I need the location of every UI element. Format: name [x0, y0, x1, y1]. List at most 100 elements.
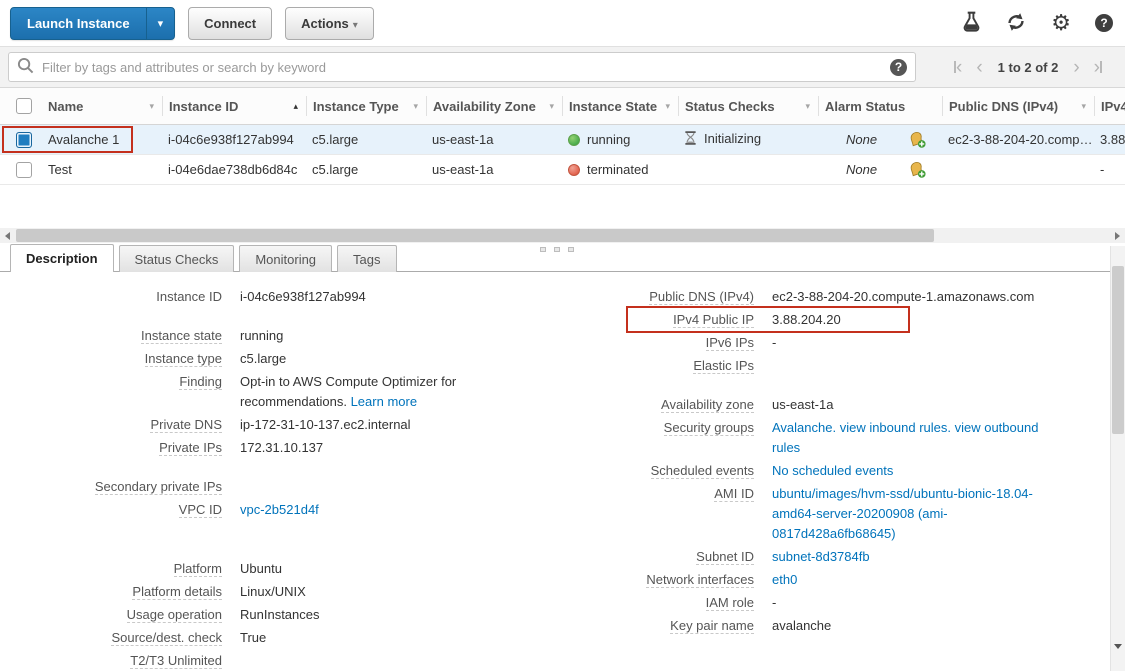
filter-field[interactable]: ? [8, 52, 916, 82]
field-scheduled-events: Scheduled eventsNo scheduled events [562, 461, 1110, 481]
scroll-right-arrow[interactable] [1110, 228, 1125, 243]
field-private-ips: Private IPs172.31.10.137 [0, 438, 562, 458]
toolbar-icons: ⚙ ? [962, 11, 1115, 36]
scheduled-events-link[interactable]: No scheduled events [772, 463, 893, 478]
field-public-dns: Public DNS (IPv4)ec2-3-88-204-20.compute… [562, 287, 1110, 307]
field-t2-t3-unlimited: T2/T3 Unlimited [0, 651, 562, 671]
tab-monitoring[interactable]: Monitoring [239, 245, 332, 272]
tab-description[interactable]: Description [10, 244, 114, 272]
sort-up-icon[interactable]: ▴ [293, 101, 298, 112]
scroll-down-arrow[interactable] [1114, 649, 1122, 664]
tab-tags[interactable]: Tags [337, 245, 396, 272]
field-network-interfaces: Network interfaceseth0 [562, 570, 1110, 590]
cell-status-checks: Initializing [678, 131, 818, 148]
cell-instance-id[interactable]: i-04c6e938f127ab994 [162, 132, 306, 147]
cell-ipv4-public-ip[interactable]: 3.88.204.20 [1094, 132, 1125, 147]
terminated-status-icon [568, 164, 580, 176]
header-name[interactable]: Name▾ [42, 96, 162, 116]
cell-name[interactable]: Test [42, 162, 162, 177]
horizontal-scrollbar[interactable] [0, 228, 1125, 243]
select-all-checkbox[interactable] [16, 98, 32, 114]
caret-down-icon: ▾ [353, 20, 358, 31]
sort-down-icon[interactable]: ▾ [413, 101, 418, 112]
header-alarm-status[interactable]: Alarm Status [818, 96, 942, 116]
vertical-scrollbar[interactable] [1110, 246, 1125, 671]
header-instance-state[interactable]: Instance State▾ [562, 96, 678, 116]
row-checkbox[interactable] [16, 162, 32, 178]
caret-down-icon: ▾ [158, 17, 164, 30]
table-row[interactable]: Test i-04e6dae738db6d84c c5.large us-eas… [0, 155, 1125, 185]
connect-button[interactable]: Connect [188, 7, 272, 40]
chevron-right-icon: › [1073, 58, 1079, 77]
launch-instance-dropdown[interactable]: ▾ [146, 8, 175, 39]
cell-ipv4-public-ip[interactable]: - [1094, 162, 1125, 177]
search-icon [17, 57, 34, 77]
cell-availability-zone[interactable]: us-east-1a [426, 132, 562, 147]
vertical-scroll-thumb[interactable] [1112, 266, 1124, 434]
first-page-button[interactable]: ‹ [954, 58, 962, 77]
header-instance-id[interactable]: Instance ID▴ [162, 96, 306, 116]
hourglass-icon [684, 133, 697, 148]
launch-instance-button[interactable]: Launch Instance ▾ [10, 7, 175, 40]
header-public-dns[interactable]: Public DNS (IPv4)▾ [942, 96, 1094, 116]
sort-down-icon[interactable]: ▾ [1081, 101, 1086, 112]
help-icon[interactable]: ? [1095, 14, 1113, 32]
chevron-left-icon: ‹ [976, 58, 982, 77]
beaker-icon[interactable] [962, 11, 981, 36]
learn-more-link[interactable]: Learn more [351, 394, 417, 409]
cell-name[interactable]: Avalanche 1 [42, 132, 162, 147]
gear-icon[interactable]: ⚙ [1051, 12, 1071, 34]
cell-availability-zone[interactable]: us-east-1a [426, 162, 562, 177]
field-iam-role: IAM role- [562, 593, 1110, 613]
cell-alarm-status: None [818, 161, 942, 178]
pane-resize-handle[interactable] [540, 247, 574, 252]
security-groups-link[interactable]: Avalanche. view inbound rules. view outb… [772, 420, 1038, 455]
actions-label: Actions [301, 16, 349, 31]
select-all-checkbox-cell [0, 96, 42, 116]
instances-table: Name▾ Instance ID▴ Instance Type▾ Availa… [0, 88, 1125, 185]
refresh-icon[interactable] [1005, 12, 1027, 35]
last-page-button[interactable]: › [1094, 58, 1102, 77]
field-private-dns: Private DNSip-172-31-10-137.ec2.internal [0, 415, 562, 435]
table-row[interactable]: Avalanche 1 i-04c6e938f127ab994 c5.large… [0, 125, 1125, 155]
field-subnet-id: Subnet IDsubnet-8d3784fb [562, 547, 1110, 567]
bar-icon [1100, 61, 1102, 73]
toolbar: Launch Instance ▾ Connect Actions ▾ ⚙ ? [0, 0, 1125, 46]
subnet-id-link[interactable]: subnet-8d3784fb [772, 549, 870, 564]
tab-status-checks[interactable]: Status Checks [119, 245, 235, 272]
prev-page-button[interactable]: ‹ [976, 58, 982, 77]
sort-down-icon[interactable]: ▾ [665, 101, 670, 112]
row-checkbox[interactable] [16, 132, 32, 148]
field-security-groups: Security groupsAvalanche. view inbound r… [562, 418, 1110, 458]
scroll-left-arrow[interactable] [0, 228, 15, 243]
header-status-checks[interactable]: Status Checks▾ [678, 96, 818, 116]
create-alarm-bell-icon[interactable] [908, 161, 926, 178]
cell-instance-id[interactable]: i-04e6dae738db6d84c [162, 162, 306, 177]
filter-input[interactable] [42, 60, 890, 75]
create-alarm-bell-icon[interactable] [908, 131, 926, 148]
cell-instance-type[interactable]: c5.large [306, 132, 426, 147]
field-availability-zone: Availability zoneus-east-1a [562, 395, 1110, 415]
running-status-icon [568, 134, 580, 146]
field-elastic-ips: Elastic IPs [562, 356, 1110, 376]
actions-button[interactable]: Actions ▾ [285, 7, 374, 40]
header-availability-zone[interactable]: Availability Zone▾ [426, 96, 562, 116]
header-instance-type[interactable]: Instance Type▾ [306, 96, 426, 116]
horizontal-scroll-thumb[interactable] [16, 229, 934, 242]
header-ipv4-public-ip[interactable]: IPv4 Public IP [1094, 96, 1125, 116]
next-page-button[interactable]: › [1073, 58, 1079, 77]
network-interfaces-link[interactable]: eth0 [772, 572, 797, 587]
field-platform: PlatformUbuntu [0, 559, 562, 579]
sort-down-icon[interactable]: ▾ [549, 101, 554, 112]
ami-id-link[interactable]: ubuntu/images/hvm-ssd/ubuntu-bionic-18.0… [772, 486, 1033, 541]
cell-public-dns[interactable]: ec2-3-88-204-20.compute-1.amazonaws.com [942, 132, 1094, 147]
sort-down-icon[interactable]: ▾ [805, 101, 810, 112]
field-finding: FindingOpt-in to AWS Compute Optimizer f… [0, 372, 562, 412]
filter-help-icon[interactable]: ? [890, 59, 907, 76]
cell-instance-type[interactable]: c5.large [306, 162, 426, 177]
field-secondary-private-ips: Secondary private IPs [0, 477, 562, 497]
detail-tabs: DescriptionStatus ChecksMonitoringTags [0, 243, 1125, 272]
description-right-column: Public DNS (IPv4)ec2-3-88-204-20.compute… [562, 287, 1110, 671]
vpc-id-link[interactable]: vpc-2b521d4f [240, 502, 319, 517]
sort-down-icon[interactable]: ▾ [149, 101, 154, 112]
